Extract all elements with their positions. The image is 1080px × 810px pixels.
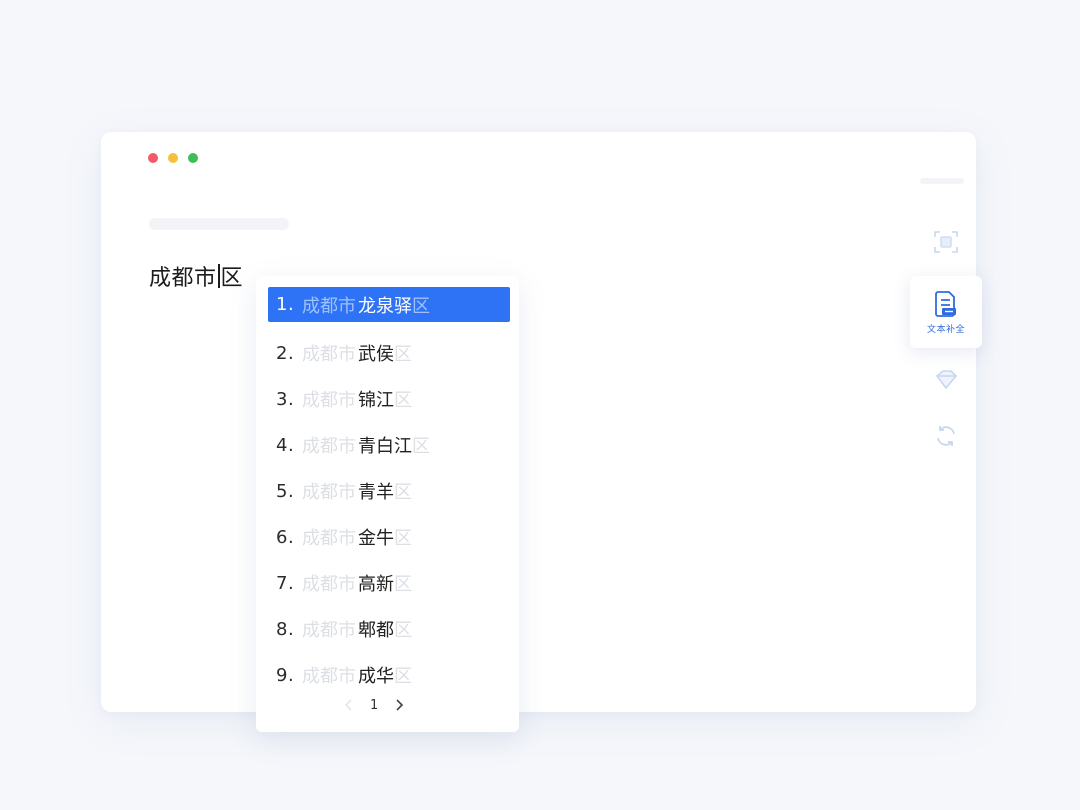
suggestion-prefix: 成都市 (302, 574, 356, 595)
suggestion-suffix: 区 (412, 295, 430, 317)
suggestion-num: 7. (276, 572, 295, 594)
window-controls (148, 153, 198, 163)
editor-input[interactable]: 成都市 区 (149, 260, 243, 292)
suggestion-suffix: 区 (394, 574, 412, 595)
editor-text-after: 区 (220, 266, 244, 291)
placeholder-line (920, 178, 964, 184)
suggestion-prefix: 成都市 (302, 295, 356, 317)
autocomplete-dropdown: 1. 成都市 龙泉驿区 2. 成都市 武侯区 3. 成都市 锦江区 4. 成都市 青白江区 5. 成都市青… (256, 276, 519, 732)
editor-window: 成都市 区 (101, 132, 976, 712)
pagination: 1 (340, 696, 408, 714)
suggestion-num: 2. (276, 342, 295, 364)
suggestion-item[interactable]: 8. 成都市 郫都区 (268, 606, 510, 652)
suggestion-suffix: 区 (394, 528, 412, 549)
close-window-button[interactable] (148, 153, 158, 163)
suggestion-name: 郫都 (358, 620, 394, 641)
suggestion-name: 青白江 (358, 436, 412, 457)
suggestion-name: 武侯 (358, 344, 394, 365)
maximize-window-button[interactable] (188, 153, 198, 163)
suggestion-name: 龙泉驿 (358, 295, 412, 317)
suggestion-num: 1. (276, 294, 295, 315)
suggestion-item[interactable]: 2. 成都市 武侯区 (268, 330, 510, 376)
suggestion-item[interactable]: 6. 成都市 金牛区 (268, 514, 510, 560)
suggestion-item[interactable]: 1. 成都市 龙泉驿区 (268, 287, 510, 322)
suggestion-prefix: 成都市 (302, 528, 356, 549)
suggestion-name: 锦江 (358, 390, 394, 411)
suggestion-prefix: 成都市 (302, 666, 356, 687)
suggestion-num: 4. (276, 434, 295, 456)
suggestion-name: 青羊 (358, 482, 394, 503)
suggestion-list: 1. 成都市 龙泉驿区 2. 成都市 武侯区 3. 成都市 锦江区 4. 成都市 青白江区 5. 成都市青… (268, 287, 510, 698)
minimize-window-button[interactable] (168, 153, 178, 163)
text-complete-tool[interactable]: 文本补全 (910, 276, 982, 348)
suggestion-name: 高新 (358, 574, 394, 595)
text-caret (217, 264, 220, 288)
text-complete-label: 文本补全 (926, 325, 965, 335)
suggestion-name: 金牛 (358, 528, 394, 549)
suggestion-suffix: 区 (394, 666, 412, 687)
suggestion-item[interactable]: 4. 成都市 青白江区 (268, 422, 510, 468)
suggestion-item[interactable]: 9. 成都市 成华区 (268, 652, 510, 698)
suggestion-item[interactable]: 5. 成都市 青羊区 (268, 468, 510, 514)
placeholder-bar (149, 218, 289, 230)
tag-icon[interactable] (932, 366, 960, 394)
suggestion-suffix: 区 (394, 390, 412, 411)
suggestion-num: 3. (276, 388, 295, 410)
suggestion-prefix: 成都市 (302, 436, 356, 457)
suggestion-num: 9. (276, 664, 295, 686)
document-icon (935, 291, 956, 317)
suggestion-num: 8. (276, 618, 295, 640)
scan-icon[interactable] (932, 228, 960, 256)
suggestion-prefix: 成都市 (302, 620, 356, 641)
suggestion-prefix: 成都市 (302, 390, 356, 411)
suggestion-name: 成华 (358, 666, 394, 687)
suggestion-suffix: 区 (394, 344, 412, 365)
suggestion-suffix: 区 (394, 482, 412, 503)
suggestion-prefix: 成都市 (302, 482, 356, 503)
suggestion-item[interactable]: 3. 成都市 锦江区 (268, 376, 510, 422)
suggestion-item[interactable]: 7. 成都市 高新区 (268, 560, 510, 606)
suggestion-suffix: 区 (394, 620, 412, 641)
chevron-left-icon[interactable] (340, 696, 358, 714)
chevron-right-icon[interactable] (390, 696, 408, 714)
page-number[interactable]: 1 (370, 698, 378, 713)
editor-text-before: 成都市 (149, 266, 217, 291)
refresh-icon[interactable] (932, 422, 960, 450)
suggestion-prefix: 成都市 (302, 344, 356, 365)
suggestion-suffix: 区 (412, 436, 430, 457)
suggestion-num: 5. (276, 480, 295, 502)
suggestion-num: 6. (276, 526, 295, 548)
